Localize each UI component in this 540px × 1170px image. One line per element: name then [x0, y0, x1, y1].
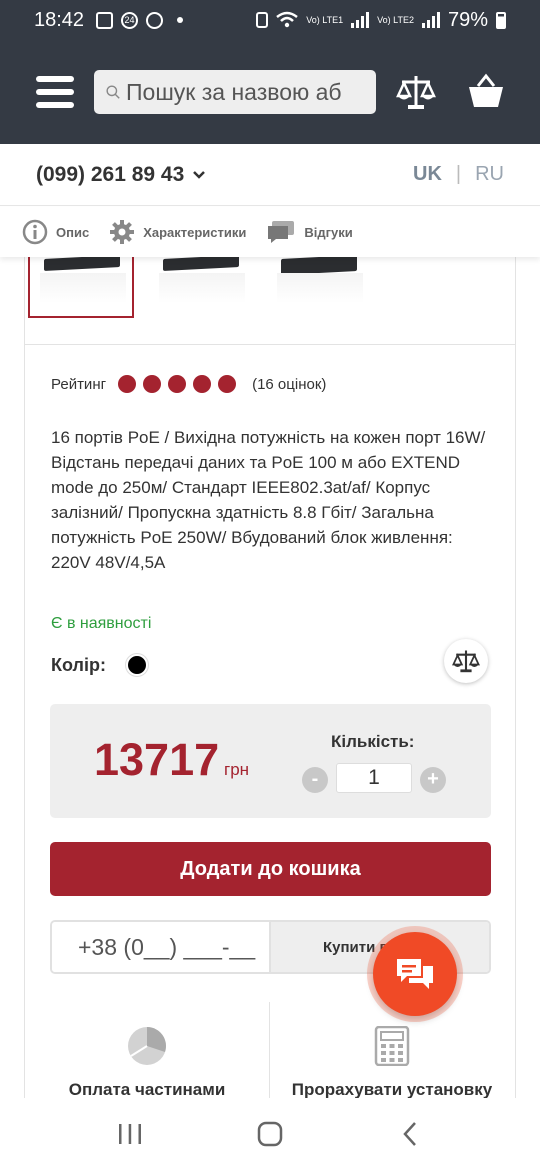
tab-description-label: Опис: [56, 224, 90, 240]
recent-apps-icon: [119, 1124, 141, 1144]
calculate-installation-label: Прорахувати установку: [291, 1080, 493, 1099]
rating-dot-icon: [168, 375, 187, 393]
chat-icon: [268, 221, 295, 243]
tab-description[interactable]: Опис: [22, 219, 89, 245]
tab-characteristics-label: Характеристики: [143, 224, 247, 240]
search-bar[interactable]: [94, 70, 376, 114]
rating-label: Рейтинг: [51, 375, 107, 393]
image-thumbnails: [25, 249, 515, 345]
installments-label: Оплата частинами: [68, 1080, 226, 1099]
price-currency: грн: [224, 760, 250, 779]
phone-dropdown[interactable]: (099) 261 89 43: [36, 163, 206, 187]
notification-badge-icon: 24: [121, 11, 139, 29]
home-button[interactable]: [250, 1114, 290, 1154]
messenger-notification-icon: [146, 11, 164, 29]
search-icon: [106, 85, 120, 99]
calculate-installation-link[interactable]: Прорахувати установку: [270, 1002, 514, 1107]
lang-ru[interactable]: RU: [475, 163, 504, 186]
compare-icon[interactable]: [396, 72, 436, 112]
search-input[interactable]: [126, 78, 376, 106]
wifi-icon: [276, 11, 299, 28]
gear-icon: [110, 220, 135, 244]
rating-dot-icon: [118, 375, 137, 393]
tab-reviews-label: Відгуки: [304, 224, 353, 240]
product-thumbnail[interactable]: [149, 249, 255, 319]
language-switcher: UK | RU: [413, 163, 504, 186]
color-selector: Колір:: [51, 654, 148, 676]
battery-icon: [496, 11, 506, 29]
status-bar: 18:42 24 Vo) LTE1 Vo) LTE2 79%: [0, 0, 540, 40]
back-button[interactable]: [390, 1114, 430, 1154]
rating-stars: [118, 375, 237, 393]
product-tabs: Опис Характеристики Відгуки: [0, 207, 540, 257]
battery-saver-icon: [256, 12, 269, 28]
installments-link[interactable]: Оплата частинами: [25, 1002, 269, 1107]
rating-dot-icon: [193, 375, 212, 393]
lang-uk[interactable]: UK: [413, 163, 442, 186]
home-icon: [257, 1121, 283, 1147]
back-icon: [403, 1122, 416, 1146]
color-label: Колір:: [51, 654, 106, 675]
calculator-icon: [374, 1026, 410, 1066]
phone-number: (099) 261 89 43: [36, 162, 185, 186]
rating-dot-icon: [218, 375, 237, 393]
color-swatch-black[interactable]: [125, 654, 148, 676]
rating-row: Рейтинг (16 оцінок): [51, 375, 326, 393]
chat-button[interactable]: [373, 932, 457, 1016]
price-box: 13717 грн Кількість: - +: [50, 704, 491, 818]
network-lte1-label: Vo) LTE1: [306, 14, 344, 25]
add-to-cart-button[interactable]: Додати до кошика: [50, 842, 491, 896]
rating-dot-icon: [143, 375, 162, 393]
tab-reviews[interactable]: Відгуки: [266, 219, 353, 245]
rating-count: (16 оцінок): [252, 375, 327, 393]
cart-icon[interactable]: [466, 72, 506, 112]
quantity-input[interactable]: [336, 763, 412, 793]
battery-level: 79%: [447, 8, 488, 31]
quantity-decrease-button[interactable]: -: [302, 767, 328, 793]
feature-links: Оплата частинами Прорахувати установку: [25, 1002, 515, 1107]
phone-input[interactable]: [52, 922, 271, 972]
product-price: 13717: [94, 734, 220, 785]
site-header: [0, 40, 540, 144]
gallery-notification-icon: [96, 11, 114, 29]
network-lte2-label: Vo) LTE2: [377, 14, 414, 25]
product-thumbnail[interactable]: [267, 249, 373, 319]
pie-chart-icon: [128, 1027, 166, 1065]
quantity-increase-button[interactable]: +: [420, 767, 446, 793]
quantity-label: Кількість:: [331, 732, 415, 751]
product-thumbnail[interactable]: [28, 249, 134, 318]
status-time: 18:42: [34, 8, 85, 31]
menu-icon[interactable]: [36, 76, 74, 108]
recent-apps-button[interactable]: [110, 1114, 150, 1154]
signal-2-icon: [421, 12, 440, 28]
tab-characteristics[interactable]: Характеристики: [109, 219, 246, 245]
contact-bar: (099) 261 89 43 UK | RU: [0, 144, 540, 206]
add-to-compare-button[interactable]: [444, 639, 488, 683]
product-description: 16 портів PoE / Вихідна потужність на ко…: [51, 428, 486, 572]
chevron-down-icon: [193, 170, 206, 179]
stock-status: Є в наявності: [51, 615, 152, 632]
chat-bubbles-icon: [397, 959, 433, 989]
signal-1-icon: [351, 12, 370, 28]
more-notifications-icon: [177, 17, 184, 23]
system-nav-bar: [0, 1098, 540, 1170]
compare-icon: [452, 650, 480, 673]
info-icon: [22, 219, 48, 245]
lang-separator: |: [455, 163, 462, 185]
